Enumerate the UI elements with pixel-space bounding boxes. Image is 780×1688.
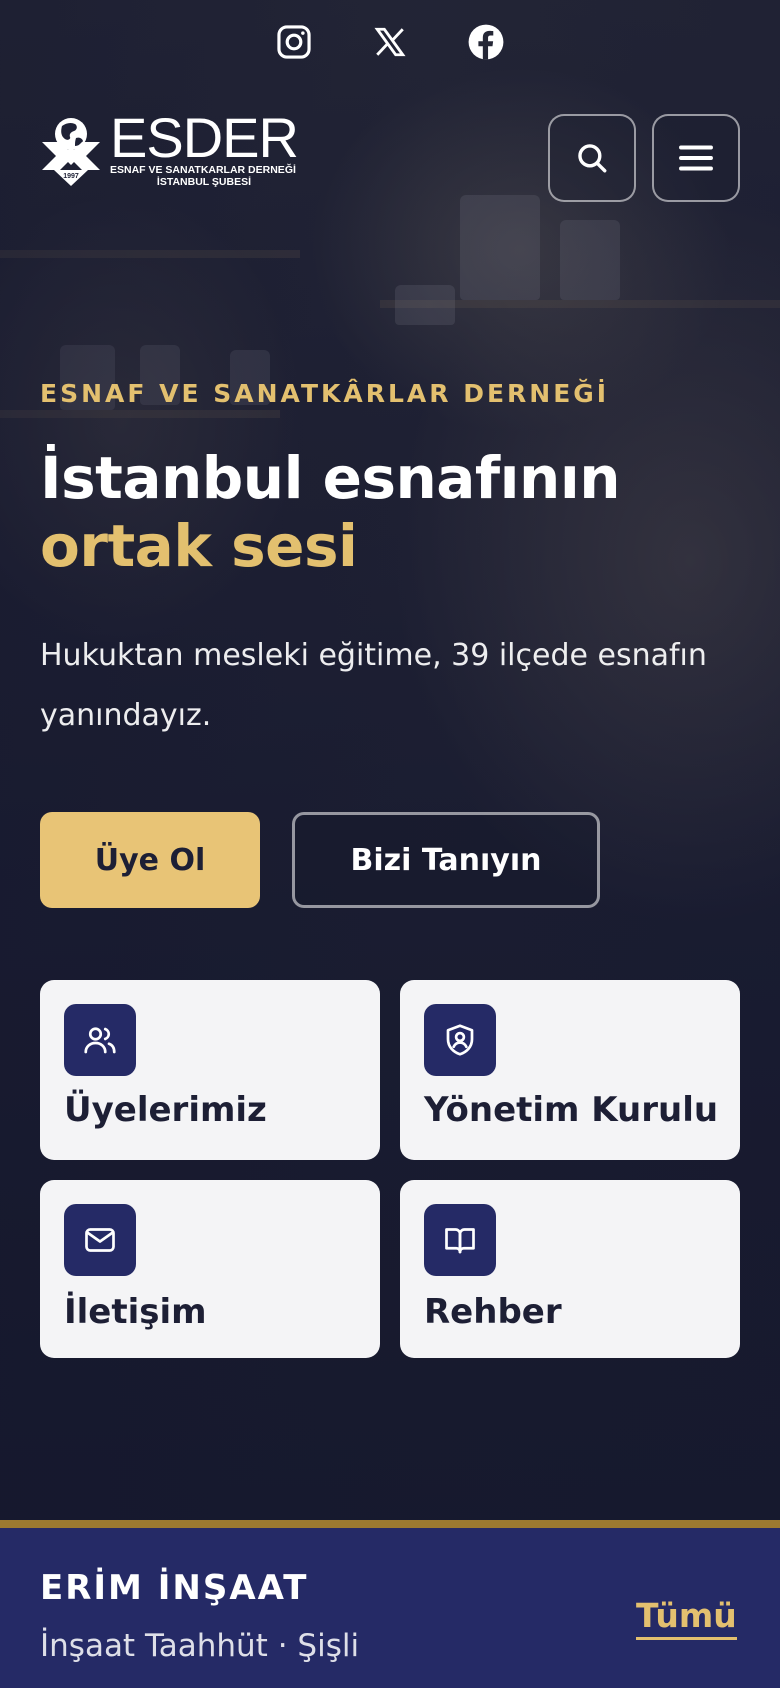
logo-wordmark: ESDER — [110, 106, 299, 169]
about-button[interactable]: Bizi Tanıyın — [292, 812, 600, 908]
book-icon — [445, 1228, 475, 1254]
quick-link-board[interactable]: Yönetim Kurulu — [400, 980, 740, 1160]
quick-link-members[interactable]: Üyelerimiz — [40, 980, 380, 1160]
mail-icon — [85, 1228, 115, 1252]
menu-button[interactable] — [652, 114, 740, 202]
view-all-link[interactable]: Tümü — [636, 1596, 737, 1640]
logo-emblem-icon: 1997 — [42, 118, 100, 186]
quick-link-contact[interactable]: İletişim — [40, 1180, 380, 1358]
shield-user-icon — [446, 1024, 474, 1056]
search-icon — [578, 144, 607, 173]
hero-lead: Hukuktan mesleki eğitime, 39 ilçede esna… — [40, 638, 707, 733]
x-icon[interactable] — [370, 22, 410, 62]
quick-link-label: İletişim — [64, 1292, 207, 1332]
search-button[interactable] — [548, 114, 636, 202]
quick-link-guide[interactable]: Rehber — [400, 1180, 740, 1358]
logo-subtitle-2: İSTANBUL ŞUBESİ — [156, 176, 252, 188]
hero-kicker: ESNAF VE SANATKÂRLAR DERNEĞİ — [40, 379, 610, 408]
instagram-icon[interactable] — [274, 22, 314, 62]
menu-icon — [679, 145, 713, 171]
logo-year: 1997 — [63, 173, 79, 180]
facebook-icon[interactable] — [466, 22, 506, 62]
join-button[interactable]: Üye Ol — [40, 812, 260, 908]
hero-title-line2: ortak sesi — [40, 512, 358, 580]
hero-title: İstanbul esnafının ortak sesi — [40, 444, 621, 580]
social-links — [0, 22, 780, 62]
featured-member-detail: İnşaat Taahhüt · Şişli — [40, 1628, 360, 1664]
featured-member-name[interactable]: ERİM İNŞAAT — [40, 1568, 309, 1608]
quick-link-label: Rehber — [424, 1292, 562, 1332]
quick-link-label: Yönetim Kurulu — [424, 1090, 719, 1130]
logo-subtitle-1: ESNAF VE SANATKARLAR DERNEĞİ — [110, 164, 296, 176]
quick-link-label: Üyelerimiz — [64, 1090, 267, 1130]
featured-member-bar: ERİM İNŞAAT İnşaat Taahhüt · Şişli Tümü — [0, 1520, 780, 1688]
hero-title-line1: İstanbul esnafının — [40, 444, 621, 512]
site-logo[interactable]: 1997 ESDER ESNAF VE SANATKARLAR DERNEĞİ … — [40, 106, 299, 188]
users-icon — [84, 1027, 116, 1054]
